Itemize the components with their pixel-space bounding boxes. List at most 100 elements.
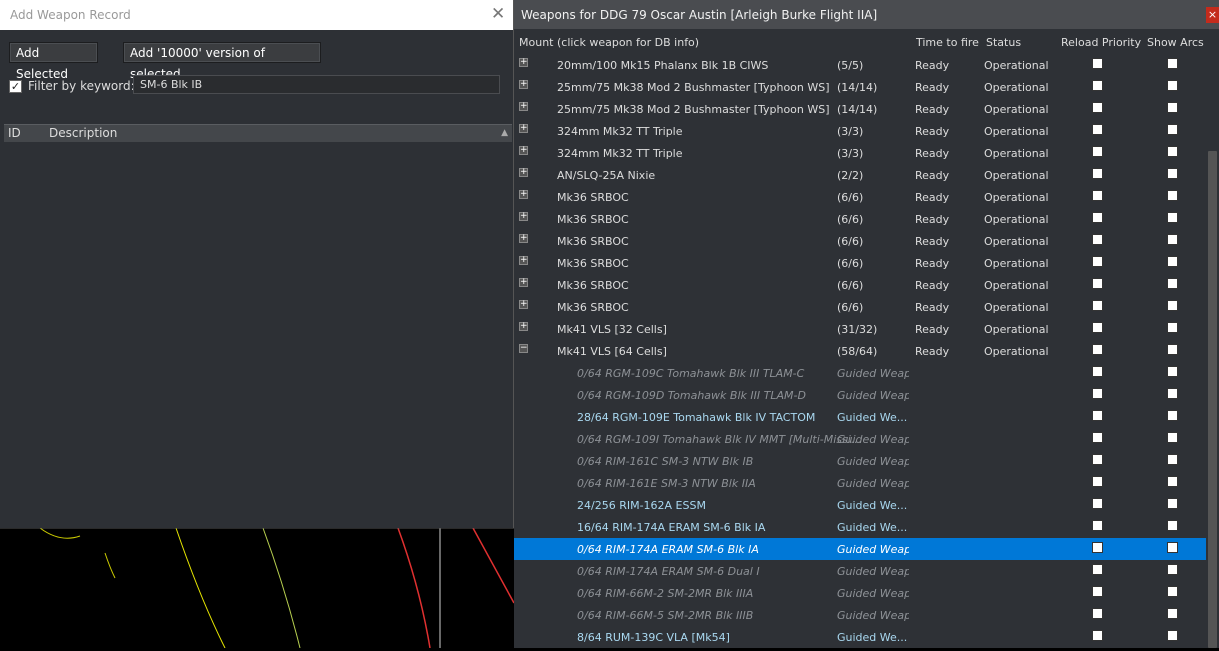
show-arcs-checkbox[interactable] <box>1167 168 1178 179</box>
show-arcs-checkbox[interactable] <box>1167 432 1178 443</box>
vertical-scrollbar[interactable] <box>1206 31 1219 648</box>
reload-priority-checkbox[interactable] <box>1092 344 1103 355</box>
sort-ascending-icon[interactable]: ▲ <box>501 128 508 138</box>
add-selected-button[interactable]: Add Selected <box>9 42 98 81</box>
reload-priority-checkbox[interactable] <box>1092 410 1103 421</box>
reload-priority-checkbox[interactable] <box>1092 278 1103 289</box>
column-header-time-to-fire[interactable]: Time to fire <box>916 36 979 49</box>
magazine-item-row[interactable]: 28/64 RGM-109E Tomahawk Blk IV TACTOM Gui… <box>514 406 1206 428</box>
reload-priority-checkbox[interactable] <box>1092 300 1103 311</box>
show-arcs-checkbox[interactable] <box>1167 476 1178 487</box>
magazine-item-row[interactable]: 0/64 RGM-109I Tomahawk Blk IV MMT [Multi… <box>514 428 1206 450</box>
reload-priority-checkbox[interactable] <box>1092 212 1103 223</box>
close-icon[interactable]: ✕ <box>491 5 505 23</box>
expand-icon[interactable]: + <box>519 322 528 331</box>
reload-priority-checkbox[interactable] <box>1092 190 1103 201</box>
show-arcs-checkbox[interactable] <box>1167 58 1178 69</box>
mount-row[interactable]: + AN/SLQ-25A Nixie (2/2) Ready Operational <box>514 164 1206 186</box>
scrollbar-thumb[interactable] <box>1208 151 1217 648</box>
magazine-item-label[interactable]: 28/64 RGM-109E Tomahawk Blk IV TACTOM <box>577 411 815 424</box>
mount-row[interactable]: + Mk41 VLS [32 Cells] (31/32) Ready Operatio… <box>514 318 1206 340</box>
mount-name[interactable]: 25mm/75 Mk38 Mod 2 Bushmaster [Typhoon W… <box>557 81 830 94</box>
expand-icon[interactable]: + <box>519 278 528 287</box>
magazine-item-row[interactable]: 16/64 RIM-174A ERAM SM-6 Blk IA Guided We… <box>514 516 1206 538</box>
magazine-item-label[interactable]: 8/64 RUM-139C VLA [Mk54] <box>577 631 730 644</box>
show-arcs-checkbox[interactable] <box>1167 410 1178 421</box>
show-arcs-checkbox[interactable] <box>1167 366 1178 377</box>
show-arcs-checkbox[interactable] <box>1167 124 1178 135</box>
show-arcs-checkbox[interactable] <box>1167 454 1178 465</box>
magazine-item-row[interactable]: 0/64 RIM-174A ERAM SM-6 Dual I Guided Wea… <box>514 560 1206 582</box>
magazine-item-row[interactable]: 24/256 RIM-162A ESSM Guided We... <box>514 494 1206 516</box>
show-arcs-checkbox[interactable] <box>1167 498 1178 509</box>
column-header-reload-priority[interactable]: Reload Priority <box>1061 36 1141 49</box>
show-arcs-checkbox[interactable] <box>1167 278 1178 289</box>
show-arcs-checkbox[interactable] <box>1167 190 1178 201</box>
mount-name[interactable]: Mk36 SRBOC <box>557 257 629 270</box>
reload-priority-checkbox[interactable] <box>1092 564 1103 575</box>
reload-priority-checkbox[interactable] <box>1092 366 1103 377</box>
mount-row[interactable]: + Mk36 SRBOC (6/6) Ready Operational <box>514 252 1206 274</box>
filter-keyword-input[interactable] <box>133 75 500 94</box>
reload-priority-checkbox[interactable] <box>1092 608 1103 619</box>
magazine-item-label[interactable]: 0/64 RGM-109C Tomahawk Blk III TLAM-C <box>577 367 804 380</box>
reload-priority-checkbox[interactable] <box>1092 630 1103 641</box>
mount-name[interactable]: Mk36 SRBOC <box>557 279 629 292</box>
expand-icon[interactable]: + <box>519 102 528 111</box>
show-arcs-checkbox[interactable] <box>1167 146 1178 157</box>
magazine-item-label[interactable]: 0/64 RGM-109D Tomahawk Blk III TLAM-D <box>577 389 806 402</box>
reload-priority-checkbox[interactable] <box>1092 124 1103 135</box>
filter-by-keyword-checkbox[interactable]: ✓ <box>9 80 22 93</box>
show-arcs-checkbox[interactable] <box>1167 300 1178 311</box>
magazine-item-row[interactable]: 0/64 RGM-109D Tomahawk Blk III TLAM-D Gui… <box>514 384 1206 406</box>
mount-name[interactable]: Mk36 SRBOC <box>557 301 629 314</box>
column-header-show-arcs[interactable]: Show Arcs <box>1147 36 1204 49</box>
mount-row[interactable]: +25mm/75 Mk38 Mod 2 Bushmaster [Typhoon … <box>514 76 1206 98</box>
mount-name[interactable]: Mk41 VLS [64 Cells] <box>557 345 667 358</box>
magazine-item-row[interactable]: 8/64 RUM-139C VLA [Mk54] Guided We... <box>514 626 1206 648</box>
expand-icon[interactable]: + <box>519 256 528 265</box>
expand-icon[interactable]: + <box>519 234 528 243</box>
column-header-mount[interactable]: Mount (click weapon for DB info) <box>519 36 699 49</box>
expand-icon[interactable]: + <box>519 58 528 67</box>
show-arcs-checkbox[interactable] <box>1167 234 1178 245</box>
mount-name[interactable]: Mk36 SRBOC <box>557 213 629 226</box>
magazine-item-row[interactable]: 0/64 RIM-174A ERAM SM-6 Blk IA Guided Wea… <box>514 538 1206 560</box>
expand-icon[interactable]: + <box>519 300 528 309</box>
magazine-item-row[interactable]: 0/64 RIM-66M-2 SM-2MR Blk IIIA Guided Wea… <box>514 582 1206 604</box>
column-header-description[interactable]: Description <box>49 126 117 140</box>
reload-priority-checkbox[interactable] <box>1092 586 1103 597</box>
expand-icon[interactable]: + <box>519 190 528 199</box>
show-arcs-checkbox[interactable] <box>1167 80 1178 91</box>
mount-row[interactable]: + Mk36 SRBOC (6/6) Ready Operational <box>514 230 1206 252</box>
magazine-item-label[interactable]: 0/64 RGM-109I Tomahawk Blk IV MMT [Multi… <box>577 433 861 446</box>
magazine-item-label[interactable]: 0/64 RIM-66M-2 SM-2MR Blk IIIA <box>577 587 753 600</box>
expand-icon[interactable]: + <box>519 146 528 155</box>
show-arcs-checkbox[interactable] <box>1167 212 1178 223</box>
mount-name[interactable]: AN/SLQ-25A Nixie <box>557 169 655 182</box>
column-header-status[interactable]: Status <box>986 36 1021 49</box>
reload-priority-checkbox[interactable] <box>1092 58 1103 69</box>
reload-priority-checkbox[interactable] <box>1092 322 1103 333</box>
mount-name[interactable]: 324mm Mk32 TT Triple <box>557 147 683 160</box>
mount-name[interactable]: Mk36 SRBOC <box>557 235 629 248</box>
expand-icon[interactable]: + <box>519 212 528 221</box>
show-arcs-checkbox[interactable] <box>1167 608 1178 619</box>
mount-row[interactable]: +20mm/100 Mk15 Phalanx Blk 1B CIWS (5/5) R… <box>514 54 1206 76</box>
dialog-titlebar[interactable]: Add Weapon Record ✕ <box>0 0 513 30</box>
magazine-item-row[interactable]: 0/64 RIM-161E SM-3 NTW Blk IIA Guided Wea… <box>514 472 1206 494</box>
magazine-item-label[interactable]: 0/64 RIM-66M-5 SM-2MR Blk IIIB <box>577 609 753 622</box>
show-arcs-checkbox[interactable] <box>1167 102 1178 113</box>
reload-priority-checkbox[interactable] <box>1092 476 1103 487</box>
mount-name[interactable]: 20mm/100 Mk15 Phalanx Blk 1B CIWS <box>557 59 768 72</box>
mount-name[interactable]: 324mm Mk32 TT Triple <box>557 125 683 138</box>
reload-priority-checkbox[interactable] <box>1092 498 1103 509</box>
mount-row[interactable]: +25mm/75 Mk38 Mod 2 Bushmaster [Typhoon … <box>514 98 1206 120</box>
mount-name[interactable]: 25mm/75 Mk38 Mod 2 Bushmaster [Typhoon W… <box>557 103 830 116</box>
mount-row[interactable]: + Mk36 SRBOC (6/6) Ready Operational <box>514 296 1206 318</box>
magazine-item-label[interactable]: 0/64 RIM-161C SM-3 NTW Blk IB <box>577 455 753 468</box>
reload-priority-checkbox[interactable] <box>1092 256 1103 267</box>
reload-priority-checkbox[interactable] <box>1092 432 1103 443</box>
magazine-item-row[interactable]: 0/64 RIM-66M-5 SM-2MR Blk IIIB Guided Wea… <box>514 604 1206 626</box>
magazine-item-label[interactable]: 0/64 RIM-174A ERAM SM-6 Blk IA <box>577 543 759 556</box>
